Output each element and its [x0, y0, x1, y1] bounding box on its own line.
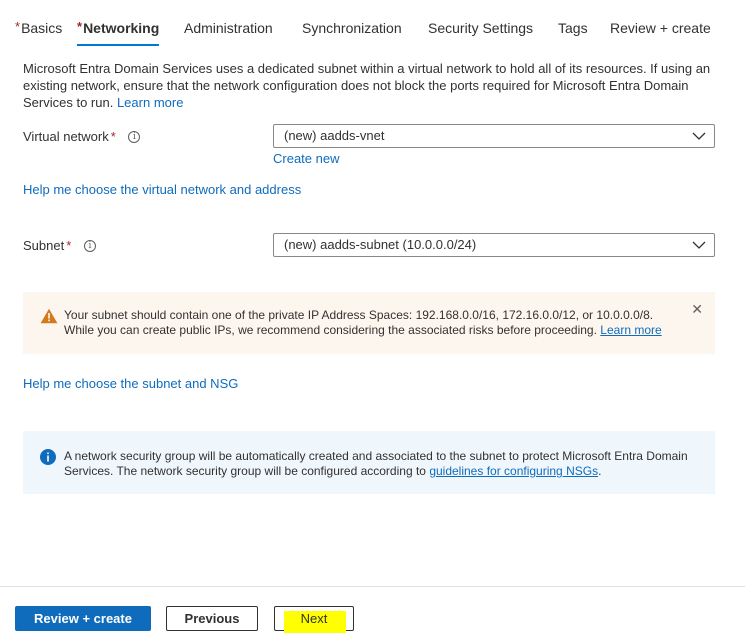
info-period: .: [598, 464, 602, 478]
footer-divider: [0, 586, 745, 587]
virtual-network-value: (new) aadds-vnet: [284, 128, 385, 143]
required-marker: *: [66, 238, 72, 253]
chevron-down-icon: [692, 241, 706, 249]
subnet-select[interactable]: (new) aadds-subnet (10.0.0.0/24): [273, 233, 715, 257]
tab-label: Administration: [184, 20, 273, 36]
tab-bar: *Basics *Networking Administration Synch…: [0, 0, 745, 48]
nsg-info-banner: A network security group will be automat…: [23, 431, 715, 494]
required-marker: *: [77, 19, 83, 34]
chevron-down-icon: [692, 132, 706, 140]
tab-label: Basics: [21, 20, 63, 36]
tab-label: Review + create: [610, 20, 711, 36]
virtual-network-label: Virtual network * i: [23, 129, 141, 144]
tab-basics[interactable]: *Basics: [15, 19, 63, 36]
info-circle-icon: [40, 449, 56, 465]
tab-label: Tags: [558, 20, 588, 36]
review-create-button[interactable]: Review + create: [15, 606, 151, 631]
subnet-label: Subnet * i: [23, 238, 96, 253]
info-circle-icon[interactable]: i: [83, 239, 96, 252]
learn-more-link[interactable]: Learn more: [117, 95, 183, 110]
tab-label: Synchronization: [302, 20, 402, 36]
subnet-label-text: Subnet: [23, 238, 65, 253]
nsg-guidelines-link[interactable]: guidelines for configuring NSGs: [429, 464, 598, 478]
tab-networking[interactable]: *Networking: [77, 19, 160, 46]
virtual-network-label-text: Virtual network: [23, 129, 109, 144]
tab-security-settings[interactable]: Security Settings: [428, 20, 533, 36]
tab-review-create[interactable]: Review + create: [610, 20, 711, 36]
previous-button[interactable]: Previous: [166, 606, 258, 631]
warning-learn-more-link[interactable]: Learn more: [600, 323, 661, 337]
create-new-link[interactable]: Create new: [273, 151, 339, 166]
help-choose-subnet-link[interactable]: Help me choose the subnet and NSG: [23, 376, 238, 391]
virtual-network-select[interactable]: (new) aadds-vnet: [273, 124, 715, 148]
required-marker: *: [110, 129, 116, 144]
intro-text: Microsoft Entra Domain Services uses a d…: [23, 60, 723, 111]
tab-tags[interactable]: Tags: [558, 20, 588, 36]
info-circle-icon[interactable]: i: [128, 130, 141, 143]
warning-message: Your subnet should contain one of the pr…: [64, 308, 654, 337]
subnet-warning-banner: Your subnet should contain one of the pr…: [23, 292, 715, 354]
info-text: A network security group will be automat…: [64, 449, 704, 479]
tab-label: Networking: [83, 20, 160, 36]
tab-label: Security Settings: [428, 20, 534, 36]
close-icon[interactable]: ✕: [691, 301, 703, 318]
tab-administration[interactable]: Administration: [184, 20, 273, 36]
next-button[interactable]: Next: [274, 606, 354, 633]
required-marker: *: [15, 19, 21, 34]
next-button-label: Next: [300, 611, 328, 626]
warning-text: Your subnet should contain one of the pr…: [64, 308, 684, 338]
help-choose-vnet-link[interactable]: Help me choose the virtual network and a…: [23, 182, 301, 197]
warning-triangle-icon: [40, 308, 58, 324]
subnet-value: (new) aadds-subnet (10.0.0.0/24): [284, 237, 477, 252]
tab-synchronization[interactable]: Synchronization: [302, 20, 402, 36]
